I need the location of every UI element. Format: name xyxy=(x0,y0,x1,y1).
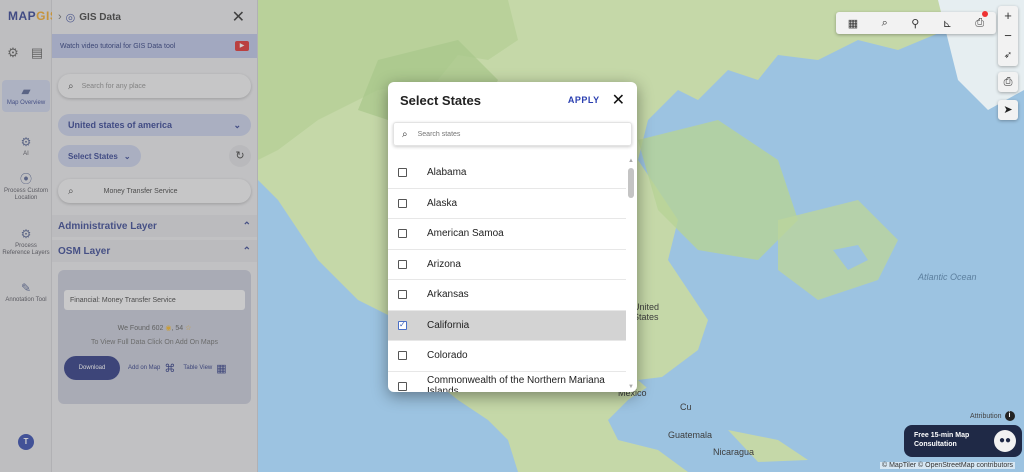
state-row-northern-mariana-islands[interactable]: Commonwealth of the Northern Mariana Isl… xyxy=(388,372,626,392)
state-list-scrollbar[interactable]: ▲ ▼ xyxy=(628,158,634,392)
map-label-cuba: Cu xyxy=(680,402,692,412)
checkbox-checked[interactable] xyxy=(398,319,407,330)
modal-title: Select States xyxy=(400,92,481,108)
state-row-alabama[interactable]: Alabama xyxy=(388,158,626,189)
checkbox[interactable] xyxy=(398,229,407,239)
print-icon[interactable]: ⎙ xyxy=(975,10,988,30)
attribution[interactable]: Attribution i xyxy=(970,411,1015,421)
basemap-icon[interactable]: ▦ xyxy=(848,17,858,30)
state-name: Alabama xyxy=(427,167,467,179)
state-name: American Samoa xyxy=(427,228,504,240)
attribution-text: Attribution xyxy=(970,412,1002,420)
chat-icon[interactable]: ●● xyxy=(994,430,1016,452)
map-label-atlantic: Atlantic Ocean xyxy=(918,272,977,282)
locate-button[interactable]: ➤ xyxy=(998,100,1018,120)
state-row-arizona[interactable]: Arizona xyxy=(388,250,626,280)
apply-button[interactable]: APPLY xyxy=(568,95,600,105)
state-search-box: ⌕ xyxy=(393,122,632,146)
scroll-up-icon[interactable]: ▲ xyxy=(628,158,634,164)
state-name: Arkansas xyxy=(427,289,469,301)
checkbox[interactable] xyxy=(398,381,407,391)
checkbox[interactable] xyxy=(398,198,407,208)
map-label-nicaragua: Nicaragua xyxy=(713,447,755,457)
search-icon: ⌕ xyxy=(402,128,408,140)
modal-backdrop xyxy=(0,0,258,472)
printer-icon: ⎙ xyxy=(1003,76,1013,88)
map-label-guatemala: Guatemala xyxy=(668,430,713,440)
scroll-thumb[interactable] xyxy=(628,168,634,198)
zoom-out-button[interactable]: − xyxy=(998,26,1018,46)
info-icon[interactable]: i xyxy=(1004,411,1015,421)
map-toolbar: ▦ ⌕ ⚲ ⊾ ⎙ xyxy=(836,10,996,34)
zoom-controls: + − ➶ xyxy=(998,6,1018,66)
checkbox[interactable] xyxy=(398,290,407,300)
state-row-arkansas[interactable]: Arkansas xyxy=(388,280,626,311)
state-name: Commonwealth of the Northern Mariana Isl… xyxy=(427,375,605,392)
state-list: Alabama Alaska American Samoa Arizona Ar… xyxy=(388,158,626,392)
state-row-alaska[interactable]: Alaska xyxy=(388,189,626,219)
scroll-down-icon[interactable]: ▼ xyxy=(628,384,634,390)
consultation-banner[interactable]: Free 15-min Map Consultation ●● xyxy=(904,425,1022,457)
modal-header: Select States APPLY ✕ xyxy=(388,82,637,118)
compass-icon[interactable]: ➶ xyxy=(998,46,1018,66)
state-name: Alaska xyxy=(427,197,458,209)
select-states-modal: Select States APPLY ✕ ⌕ Alabama Alaska A… xyxy=(388,82,637,392)
search-icon[interactable]: ⌕ xyxy=(882,17,888,30)
map-copyright: © MapTiler © OpenStreetMap contributors xyxy=(880,462,1016,469)
state-name: Colorado xyxy=(427,350,468,362)
map-canvas[interactable]: Atlantic Ocean United States Mexico Guat… xyxy=(258,0,1024,472)
navigation-arrow-icon: ➤ xyxy=(1003,104,1013,116)
map-label-united-states: United States xyxy=(633,302,660,322)
state-row-colorado[interactable]: Colorado xyxy=(388,341,626,372)
checkbox[interactable] xyxy=(398,168,407,178)
state-row-california[interactable]: California xyxy=(388,310,626,341)
close-icon[interactable]: ✕ xyxy=(612,90,625,110)
checkbox[interactable] xyxy=(398,259,407,269)
map-base-layer xyxy=(258,0,1024,472)
state-name: California xyxy=(427,319,470,331)
consultation-text: Free 15-min Map Consultation xyxy=(914,432,970,448)
person-pin-icon[interactable]: ⚲ xyxy=(911,17,919,30)
state-name: Arizona xyxy=(427,258,461,270)
state-row-american-samoa[interactable]: American Samoa xyxy=(388,219,626,250)
zoom-in-button[interactable]: + xyxy=(998,6,1018,26)
checkbox[interactable] xyxy=(398,351,407,361)
print-button[interactable]: ⎙ xyxy=(998,72,1018,92)
state-search-input[interactable] xyxy=(417,130,598,138)
measure-icon[interactable]: ⊾ xyxy=(943,17,952,30)
